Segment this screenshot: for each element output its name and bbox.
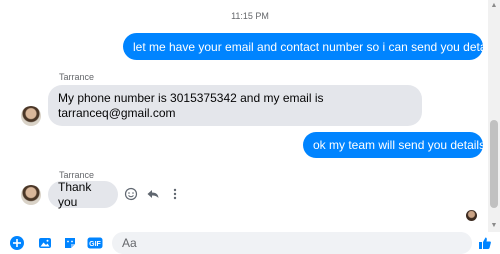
message-input[interactable] bbox=[112, 232, 472, 254]
scroll-down-icon[interactable]: ▼ bbox=[490, 222, 498, 230]
photo-icon[interactable] bbox=[38, 236, 52, 250]
avatar[interactable] bbox=[21, 185, 41, 205]
plus-icon[interactable] bbox=[10, 236, 24, 250]
svg-text:GIF: GIF bbox=[89, 241, 101, 248]
scrollbar[interactable]: ▲ ▼ bbox=[488, 0, 500, 232]
avatar[interactable] bbox=[21, 106, 41, 126]
sender-name: Tarrance bbox=[59, 72, 95, 82]
outgoing-message[interactable]: let me have your email and contact numbe… bbox=[123, 33, 498, 60]
sticker-icon[interactable] bbox=[63, 236, 77, 250]
more-options-icon[interactable] bbox=[168, 187, 182, 201]
chat-thread: 11:15 PM let me have your email and cont… bbox=[0, 0, 498, 232]
incoming-message[interactable]: Thank you bbox=[48, 180, 118, 209]
read-receipt-avatar bbox=[466, 210, 477, 221]
reply-icon[interactable] bbox=[146, 187, 160, 201]
thumbs-up-icon[interactable] bbox=[478, 236, 492, 250]
scroll-up-icon[interactable]: ▲ bbox=[490, 2, 498, 10]
scrollbar-thumb[interactable] bbox=[490, 120, 498, 208]
outgoing-message[interactable]: ok my team will send you details bbox=[303, 132, 485, 158]
react-emoji-icon[interactable] bbox=[124, 187, 138, 201]
gif-icon[interactable]: GIF bbox=[87, 236, 103, 250]
incoming-message[interactable]: My phone number is 3015375342 and my ema… bbox=[48, 85, 422, 126]
message-timestamp: 11:15 PM bbox=[231, 11, 269, 21]
sender-name: Tarrance bbox=[59, 170, 95, 180]
